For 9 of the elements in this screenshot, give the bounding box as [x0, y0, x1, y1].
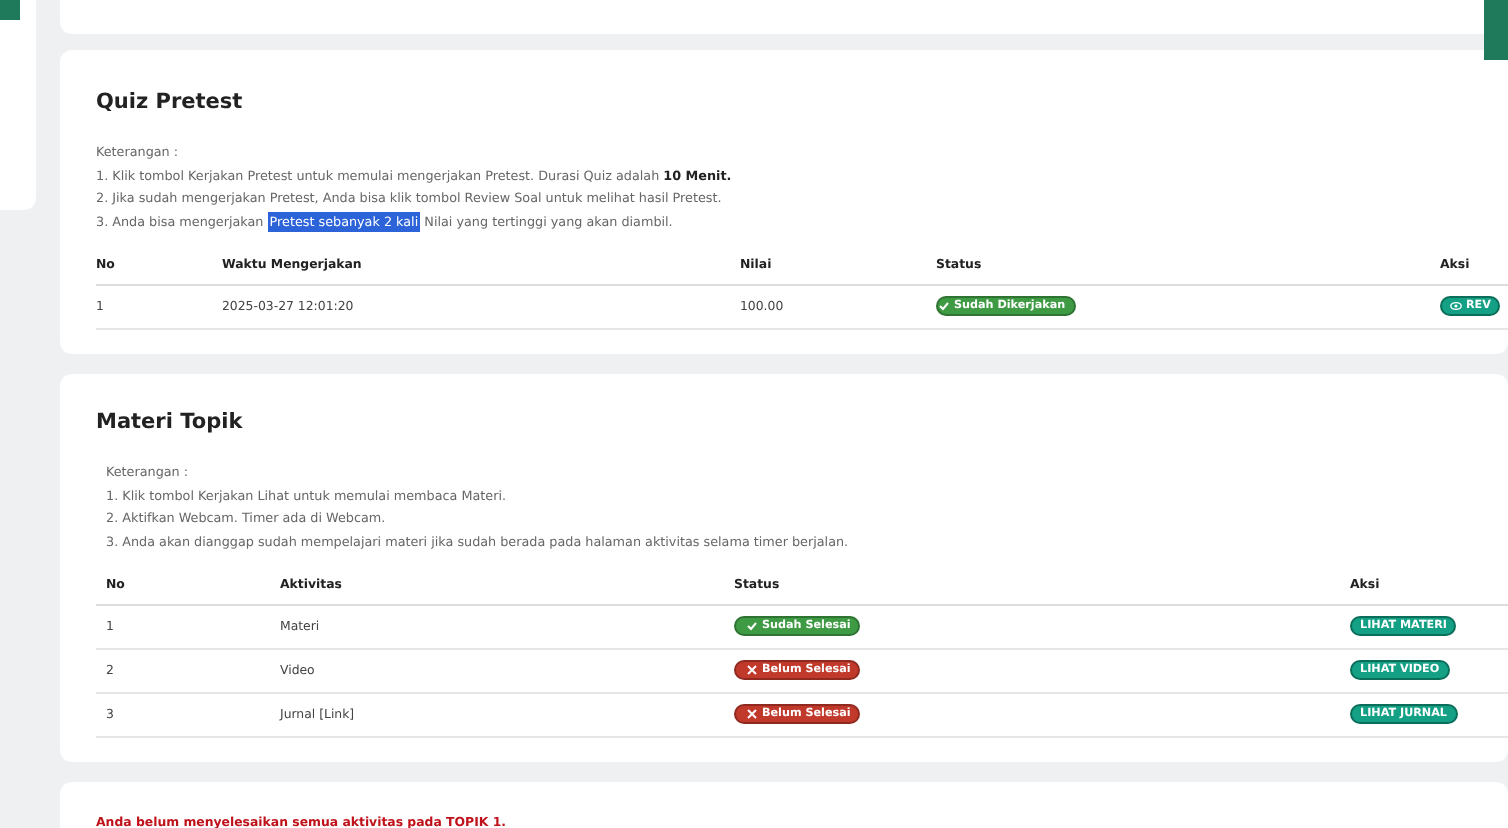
side-tab[interactable] — [1484, 0, 1508, 60]
eye-icon — [1450, 300, 1462, 313]
cross-icon — [746, 708, 758, 721]
check-icon — [938, 300, 950, 313]
card-title: Materi Topik — [96, 409, 245, 434]
check-icon — [746, 620, 758, 633]
logo-icon — [0, 0, 20, 20]
cross-icon — [746, 664, 758, 677]
card-title: Quiz Pretest — [96, 90, 245, 114]
